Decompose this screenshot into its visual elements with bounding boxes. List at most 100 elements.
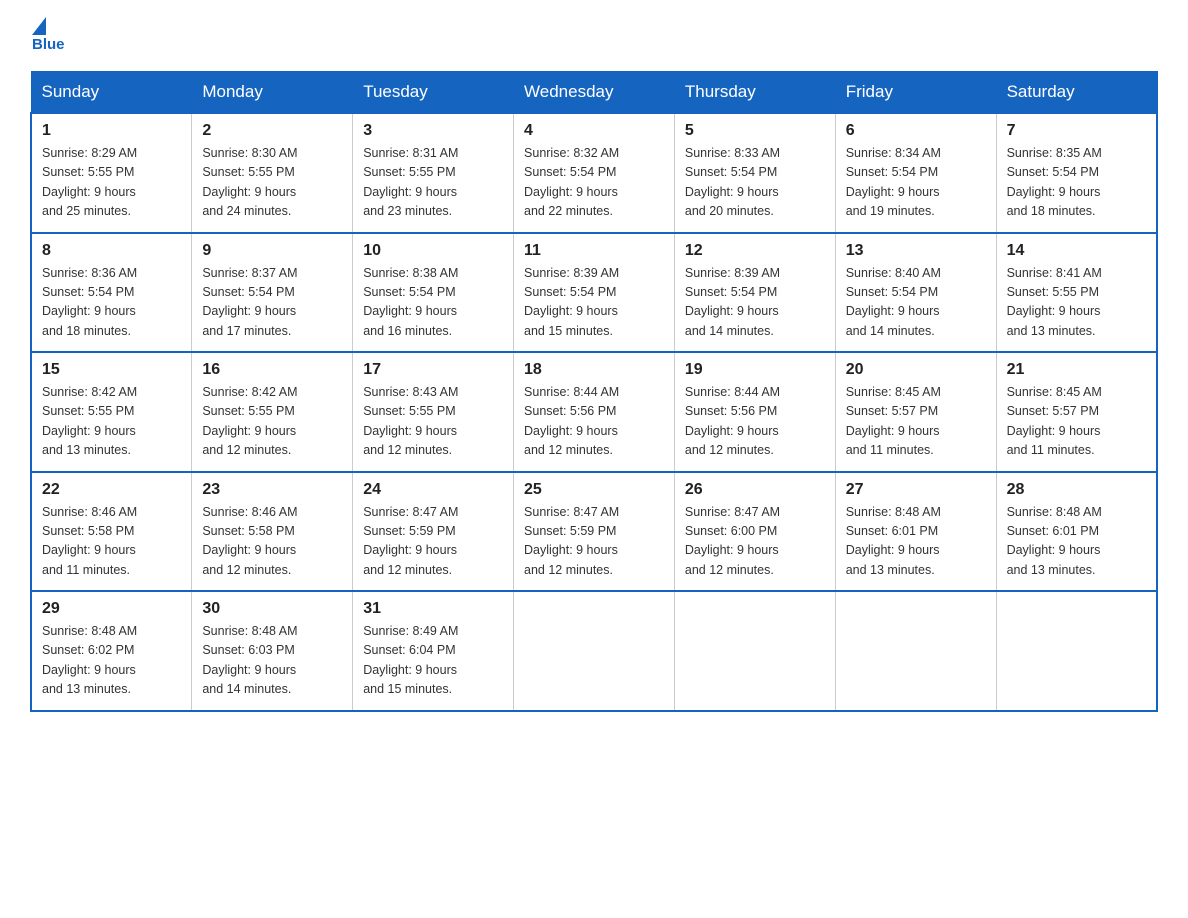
day-number: 29 [42, 600, 181, 618]
day-info: Sunrise: 8:41 AM Sunset: 5:55 PM Dayligh… [1007, 264, 1146, 342]
day-number: 24 [363, 481, 503, 499]
calendar-cell: 28 Sunrise: 8:48 AM Sunset: 6:01 PM Dayli… [996, 472, 1157, 592]
calendar-cell: 14 Sunrise: 8:41 AM Sunset: 5:55 PM Dayli… [996, 233, 1157, 353]
calendar-cell [514, 591, 675, 711]
day-info: Sunrise: 8:44 AM Sunset: 5:56 PM Dayligh… [685, 383, 825, 461]
day-number: 13 [846, 242, 986, 260]
calendar-cell: 9 Sunrise: 8:37 AM Sunset: 5:54 PM Daylig… [192, 233, 353, 353]
day-info: Sunrise: 8:48 AM Sunset: 6:01 PM Dayligh… [846, 503, 986, 581]
day-number: 8 [42, 242, 181, 260]
day-number: 12 [685, 242, 825, 260]
calendar-cell: 27 Sunrise: 8:48 AM Sunset: 6:01 PM Dayli… [835, 472, 996, 592]
calendar-cell: 30 Sunrise: 8:48 AM Sunset: 6:03 PM Dayli… [192, 591, 353, 711]
calendar-week-row: 29 Sunrise: 8:48 AM Sunset: 6:02 PM Dayli… [31, 591, 1157, 711]
calendar-cell: 11 Sunrise: 8:39 AM Sunset: 5:54 PM Dayli… [514, 233, 675, 353]
day-info: Sunrise: 8:32 AM Sunset: 5:54 PM Dayligh… [524, 144, 664, 222]
calendar-cell: 17 Sunrise: 8:43 AM Sunset: 5:55 PM Dayli… [353, 352, 514, 472]
day-info: Sunrise: 8:39 AM Sunset: 5:54 PM Dayligh… [685, 264, 825, 342]
day-number: 10 [363, 242, 503, 260]
calendar-cell: 8 Sunrise: 8:36 AM Sunset: 5:54 PM Daylig… [31, 233, 192, 353]
logo-subtitle: Blue [32, 36, 65, 53]
calendar-cell [674, 591, 835, 711]
calendar-cell: 26 Sunrise: 8:47 AM Sunset: 6:00 PM Dayli… [674, 472, 835, 592]
day-info: Sunrise: 8:45 AM Sunset: 5:57 PM Dayligh… [1007, 383, 1146, 461]
day-info: Sunrise: 8:34 AM Sunset: 5:54 PM Dayligh… [846, 144, 986, 222]
calendar-cell: 23 Sunrise: 8:46 AM Sunset: 5:58 PM Dayli… [192, 472, 353, 592]
day-info: Sunrise: 8:48 AM Sunset: 6:03 PM Dayligh… [202, 622, 342, 700]
calendar-cell: 2 Sunrise: 8:30 AM Sunset: 5:55 PM Daylig… [192, 113, 353, 233]
day-number: 18 [524, 361, 664, 379]
day-info: Sunrise: 8:36 AM Sunset: 5:54 PM Dayligh… [42, 264, 181, 342]
calendar-cell: 5 Sunrise: 8:33 AM Sunset: 5:54 PM Daylig… [674, 113, 835, 233]
day-info: Sunrise: 8:47 AM Sunset: 6:00 PM Dayligh… [685, 503, 825, 581]
day-info: Sunrise: 8:42 AM Sunset: 5:55 PM Dayligh… [202, 383, 342, 461]
day-number: 1 [42, 122, 181, 140]
day-number: 25 [524, 481, 664, 499]
calendar-cell: 3 Sunrise: 8:31 AM Sunset: 5:55 PM Daylig… [353, 113, 514, 233]
day-info: Sunrise: 8:29 AM Sunset: 5:55 PM Dayligh… [42, 144, 181, 222]
day-number: 31 [363, 600, 503, 618]
calendar-cell: 7Sunrise: 8:35 AM Sunset: 5:54 PM Daylig… [996, 113, 1157, 233]
day-info: Sunrise: 8:39 AM Sunset: 5:54 PM Dayligh… [524, 264, 664, 342]
day-info: Sunrise: 8:48 AM Sunset: 6:02 PM Dayligh… [42, 622, 181, 700]
day-number: 21 [1007, 361, 1146, 379]
calendar-cell: 15 Sunrise: 8:42 AM Sunset: 5:55 PM Dayli… [31, 352, 192, 472]
day-header-tuesday: Tuesday [353, 72, 514, 114]
day-number: 28 [1007, 481, 1146, 499]
calendar-cell: 4 Sunrise: 8:32 AM Sunset: 5:54 PM Daylig… [514, 113, 675, 233]
calendar-cell: 6 Sunrise: 8:34 AM Sunset: 5:54 PM Daylig… [835, 113, 996, 233]
day-info: Sunrise: 8:47 AM Sunset: 5:59 PM Dayligh… [524, 503, 664, 581]
calendar-cell: 31Sunrise: 8:49 AM Sunset: 6:04 PM Dayli… [353, 591, 514, 711]
day-number: 17 [363, 361, 503, 379]
calendar-week-row: 1 Sunrise: 8:29 AM Sunset: 5:55 PM Daylig… [31, 113, 1157, 233]
day-header-sunday: Sunday [31, 72, 192, 114]
day-info: Sunrise: 8:46 AM Sunset: 5:58 PM Dayligh… [42, 503, 181, 581]
day-number: 26 [685, 481, 825, 499]
day-info: Sunrise: 8:46 AM Sunset: 5:58 PM Dayligh… [202, 503, 342, 581]
day-number: 19 [685, 361, 825, 379]
day-number: 9 [202, 242, 342, 260]
day-number: 4 [524, 122, 664, 140]
calendar-cell: 20Sunrise: 8:45 AM Sunset: 5:57 PM Dayli… [835, 352, 996, 472]
day-info: Sunrise: 8:40 AM Sunset: 5:54 PM Dayligh… [846, 264, 986, 342]
day-info: Sunrise: 8:38 AM Sunset: 5:54 PM Dayligh… [363, 264, 503, 342]
calendar-cell: 25 Sunrise: 8:47 AM Sunset: 5:59 PM Dayli… [514, 472, 675, 592]
calendar-cell [996, 591, 1157, 711]
day-info: Sunrise: 8:48 AM Sunset: 6:01 PM Dayligh… [1007, 503, 1146, 581]
day-number: 5 [685, 122, 825, 140]
logo-triangle-icon [32, 17, 46, 35]
calendar-cell: 10 Sunrise: 8:38 AM Sunset: 5:54 PM Dayli… [353, 233, 514, 353]
day-number: 7 [1007, 122, 1146, 140]
calendar-header-row: SundayMondayTuesdayWednesdayThursdayFrid… [31, 72, 1157, 114]
day-number: 22 [42, 481, 181, 499]
day-number: 14 [1007, 242, 1146, 260]
calendar-cell: 18 Sunrise: 8:44 AM Sunset: 5:56 PM Dayli… [514, 352, 675, 472]
calendar-cell: 1 Sunrise: 8:29 AM Sunset: 5:55 PM Daylig… [31, 113, 192, 233]
day-info: Sunrise: 8:42 AM Sunset: 5:55 PM Dayligh… [42, 383, 181, 461]
day-info: Sunrise: 8:37 AM Sunset: 5:54 PM Dayligh… [202, 264, 342, 342]
day-number: 23 [202, 481, 342, 499]
day-number: 6 [846, 122, 986, 140]
day-info: Sunrise: 8:30 AM Sunset: 5:55 PM Dayligh… [202, 144, 342, 222]
day-number: 16 [202, 361, 342, 379]
day-info: Sunrise: 8:31 AM Sunset: 5:55 PM Dayligh… [363, 144, 503, 222]
day-info: Sunrise: 8:44 AM Sunset: 5:56 PM Dayligh… [524, 383, 664, 461]
calendar-cell: 12 Sunrise: 8:39 AM Sunset: 5:54 PM Dayli… [674, 233, 835, 353]
day-header-saturday: Saturday [996, 72, 1157, 114]
day-number: 27 [846, 481, 986, 499]
day-info: Sunrise: 8:33 AM Sunset: 5:54 PM Dayligh… [685, 144, 825, 222]
calendar-cell: 22 Sunrise: 8:46 AM Sunset: 5:58 PM Dayli… [31, 472, 192, 592]
calendar-cell: 29 Sunrise: 8:48 AM Sunset: 6:02 PM Dayli… [31, 591, 192, 711]
day-number: 15 [42, 361, 181, 379]
page-header: Blue [30, 20, 1158, 53]
day-header-wednesday: Wednesday [514, 72, 675, 114]
day-number: 30 [202, 600, 342, 618]
day-number: 3 [363, 122, 503, 140]
calendar-week-row: 22 Sunrise: 8:46 AM Sunset: 5:58 PM Dayli… [31, 472, 1157, 592]
day-number: 11 [524, 242, 664, 260]
day-info: Sunrise: 8:43 AM Sunset: 5:55 PM Dayligh… [363, 383, 503, 461]
calendar-cell: 21 Sunrise: 8:45 AM Sunset: 5:57 PM Dayli… [996, 352, 1157, 472]
day-header-thursday: Thursday [674, 72, 835, 114]
day-number: 2 [202, 122, 342, 140]
logo: Blue [30, 20, 65, 53]
